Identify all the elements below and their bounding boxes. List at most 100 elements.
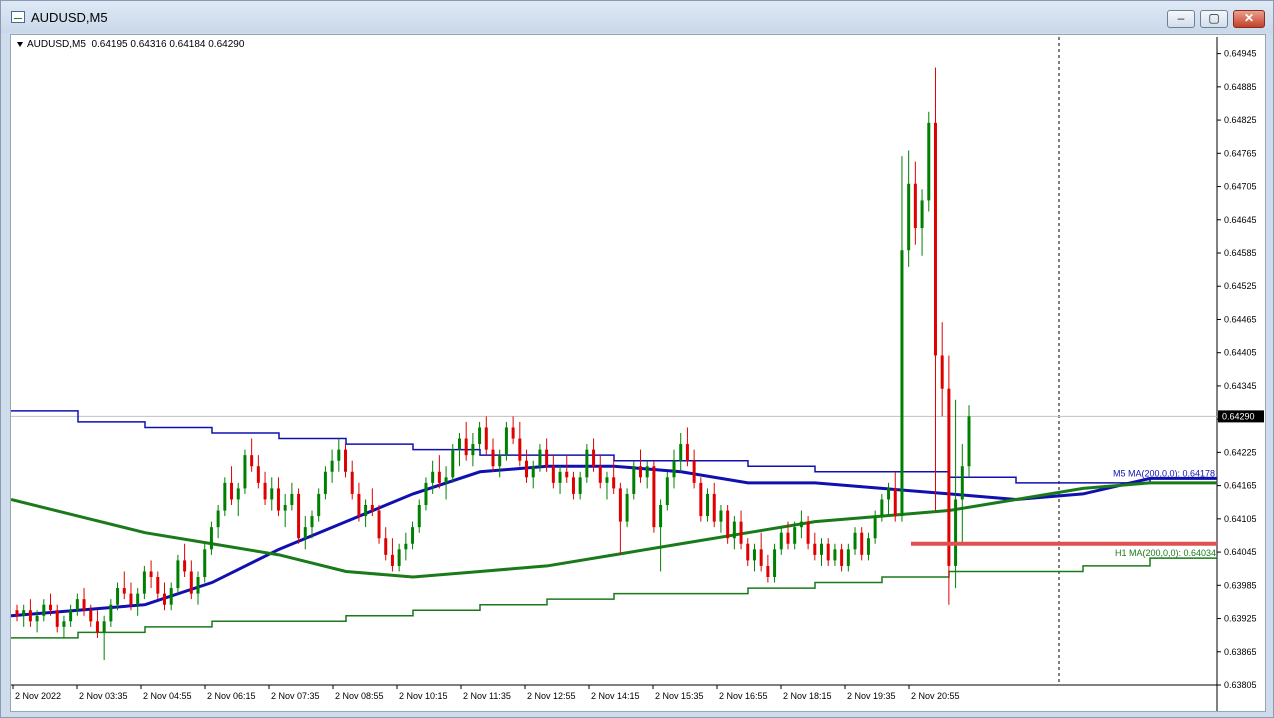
- candle-body: [947, 388, 951, 566]
- candle-body: [799, 521, 803, 528]
- candle-body: [766, 565, 770, 577]
- candle-body: [169, 588, 173, 605]
- candle-body: [967, 416, 971, 467]
- moving-average-line: [11, 481, 1217, 579]
- maximize-button[interactable]: ▢: [1200, 10, 1228, 28]
- candle-body: [518, 438, 522, 461]
- candle-body: [907, 183, 911, 251]
- candle-body: [290, 493, 294, 505]
- current-price-label: 0.64290: [1222, 411, 1255, 421]
- minimize-button[interactable]: –: [1167, 10, 1195, 28]
- candle-body: [739, 521, 743, 544]
- candle-body: [223, 482, 227, 511]
- candle-body: [397, 549, 401, 566]
- title-bar[interactable]: AUDUSD,M5 – ▢ ✕: [1, 1, 1273, 33]
- time-tick-label: 2 Nov 10:15: [399, 691, 448, 701]
- candle-body: [504, 427, 508, 456]
- candle-body: [35, 615, 39, 622]
- candle-body: [303, 527, 307, 539]
- candle-body: [612, 477, 616, 489]
- candle-body: [873, 516, 877, 539]
- ohlc-values: 0.64195 0.64316 0.64184 0.64290: [91, 39, 245, 50]
- candle-body: [89, 610, 93, 622]
- candle-body: [699, 482, 703, 517]
- time-tick-label: 2 Nov 07:35: [271, 691, 320, 701]
- candle-body: [578, 477, 582, 494]
- candle-body: [116, 588, 120, 605]
- candle-body: [189, 571, 193, 594]
- time-tick-label: 2 Nov 2022: [15, 691, 61, 701]
- symbol-header: AUDUSD,M5 0.64195 0.64316 0.64184 0.6429…: [17, 39, 244, 50]
- candle-body: [236, 488, 240, 500]
- price-tick-label: 0.63865: [1224, 647, 1257, 657]
- candle-body: [712, 493, 716, 522]
- candle-body: [618, 488, 622, 522]
- candle-body: [652, 466, 656, 528]
- candle-body: [75, 599, 79, 611]
- chart-area[interactable]: 0.64945 0.64885 0.64825 0.64765 0.64705 0.646…: [10, 34, 1266, 712]
- candle-body: [853, 532, 857, 550]
- ma-annotation-h1: H1 MA(200,0,0): 0.64034: [1115, 548, 1216, 558]
- candle-body: [176, 560, 180, 589]
- price-tick-label: 0.64765: [1224, 148, 1257, 158]
- candle-body: [431, 471, 435, 483]
- close-button[interactable]: ✕: [1233, 10, 1265, 28]
- candle-body: [558, 471, 562, 483]
- collapse-triangle-icon[interactable]: [17, 41, 23, 47]
- candle-body: [417, 505, 421, 528]
- candle-body: [370, 505, 374, 511]
- candle-body: [122, 588, 126, 594]
- price-tick-label: 0.63805: [1224, 680, 1257, 690]
- candle-body: [95, 621, 99, 633]
- candle-body: [390, 554, 394, 566]
- candle-body: [149, 571, 153, 577]
- candle-body: [840, 549, 844, 566]
- candle-body: [129, 593, 133, 605]
- candle-body: [893, 488, 897, 517]
- candle-body: [746, 543, 750, 561]
- candle-body: [685, 444, 689, 461]
- candle-body: [384, 538, 388, 555]
- candle-body: [571, 477, 575, 494]
- price-tick-label: 0.64525: [1224, 281, 1257, 291]
- candle-body: [62, 621, 66, 627]
- candle-body: [933, 122, 937, 356]
- candle-body: [243, 455, 247, 489]
- candle-body: [913, 183, 917, 229]
- candle-body: [538, 449, 542, 467]
- time-tick-label: 2 Nov 08:55: [335, 691, 384, 701]
- candle-body: [592, 449, 596, 467]
- candle-body: [142, 571, 146, 594]
- candle-body: [719, 510, 723, 522]
- candle-body: [49, 604, 53, 611]
- candle-body: [28, 610, 32, 622]
- candle-body: [927, 122, 931, 201]
- candle-body: [323, 471, 327, 494]
- candle-body: [250, 455, 254, 467]
- candle-body: [109, 604, 113, 622]
- candle-body: [437, 471, 441, 483]
- candle-body: [779, 532, 783, 550]
- candle-body: [337, 449, 341, 461]
- price-tick-label: 0.64465: [1224, 314, 1257, 324]
- window-title: AUDUSD,M5: [31, 10, 108, 25]
- candle-body: [196, 577, 200, 594]
- candle-body: [404, 543, 408, 550]
- candle-body: [464, 438, 468, 456]
- price-tick-label: 0.64885: [1224, 82, 1257, 92]
- candle-body: [444, 477, 448, 483]
- candle-body: [310, 516, 314, 528]
- time-tick-label: 2 Nov 15:35: [655, 691, 704, 701]
- time-tick-label: 2 Nov 04:55: [143, 691, 192, 701]
- chart-window: AUDUSD,M5 – ▢ ✕ 0.64945 0.64885 0.64825 0.6…: [0, 0, 1274, 718]
- candle-body: [230, 482, 234, 500]
- candle-body: [471, 444, 475, 456]
- candle-body: [525, 460, 529, 478]
- candle-body: [773, 549, 777, 577]
- time-tick-label: 2 Nov 11:35: [463, 691, 511, 701]
- candle-body: [22, 610, 26, 616]
- price-chart[interactable]: 0.64945 0.64885 0.64825 0.64765 0.64705 0.646…: [11, 35, 1265, 711]
- chart-window-icon: [11, 11, 25, 23]
- candle-body: [732, 521, 736, 539]
- candle-body: [813, 543, 817, 555]
